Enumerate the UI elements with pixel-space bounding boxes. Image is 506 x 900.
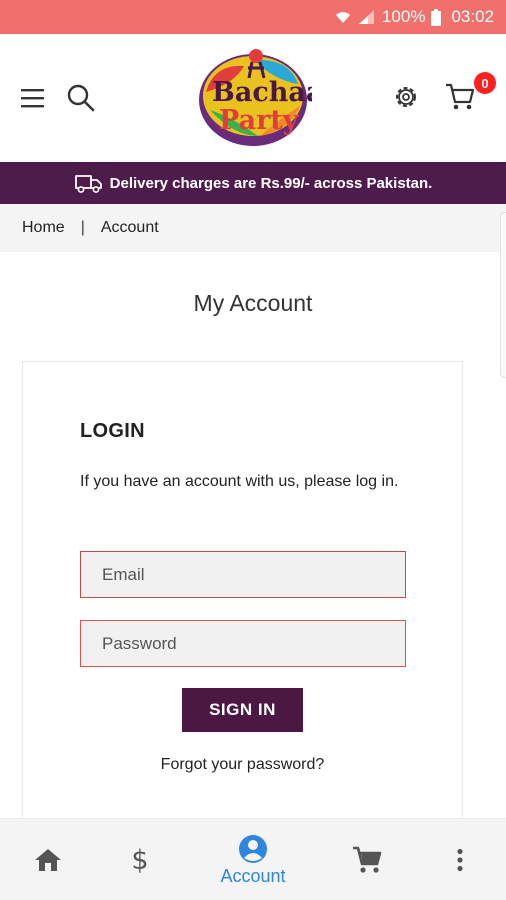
page-title: My Account — [193, 290, 313, 316]
status-bar: 100% 03:02 — [0, 0, 506, 34]
app-header: Bachaa Party 0 — [0, 34, 506, 162]
shopping-cart-icon — [446, 83, 475, 110]
forgot-password-link[interactable]: Forgot your password? — [23, 756, 462, 774]
breadcrumb: Home | Account — [0, 204, 506, 252]
breadcrumb-home-link[interactable]: Home — [22, 219, 65, 237]
svg-text:Party: Party — [219, 105, 300, 136]
more-vertical-icon — [457, 848, 463, 872]
brand-logo[interactable]: Bachaa Party — [194, 44, 323, 150]
nav-account-label: Account — [220, 865, 286, 886]
login-description: If you have an account with us, please l… — [80, 473, 399, 490]
nav-more[interactable] — [440, 819, 480, 900]
nav-home[interactable] — [26, 819, 70, 900]
bottom-navigation: $ Account — [0, 818, 506, 900]
dollar-icon: $ — [131, 844, 149, 876]
clock: 03:02 — [451, 7, 494, 26]
signal-icon — [358, 10, 374, 24]
hamburger-menu-icon — [21, 89, 44, 108]
password-field[interactable] — [80, 620, 406, 667]
login-heading: LOGIN — [80, 420, 145, 442]
gear-icon — [396, 87, 416, 107]
nav-account[interactable]: Account — [208, 819, 298, 900]
bachaa-party-logo: Bachaa Party — [199, 49, 323, 146]
cart-icon — [353, 846, 382, 873]
battery-icon — [431, 8, 442, 26]
breadcrumb-current: Account — [100, 219, 159, 236]
search-icon — [67, 84, 95, 112]
delivery-truck-icon — [74, 175, 102, 193]
home-icon — [35, 849, 61, 871]
delivery-banner: Delivery charges are Rs.99/- across Paki… — [0, 162, 506, 204]
search-button[interactable] — [66, 83, 96, 113]
account-icon — [239, 834, 267, 863]
breadcrumb-separator: | — [80, 219, 85, 236]
nav-price[interactable]: $ — [118, 819, 162, 900]
sign-in-button[interactable]: SIGN IN — [182, 688, 303, 732]
email-field[interactable] — [80, 551, 406, 598]
menu-button[interactable] — [20, 86, 46, 110]
delivery-banner-text: Delivery charges are Rs.99/- across Paki… — [109, 174, 433, 192]
wifi-icon — [335, 12, 350, 23]
svg-text:Bachaa: Bachaa — [212, 77, 312, 108]
nav-cart[interactable] — [345, 819, 389, 900]
cart-count-badge: 0 — [474, 72, 496, 94]
settings-button[interactable] — [392, 83, 420, 111]
login-card: LOGIN If you have an account with us, pl… — [22, 361, 463, 831]
battery-percentage: 100% — [381, 7, 426, 26]
header-cart-button[interactable] — [444, 82, 476, 112]
